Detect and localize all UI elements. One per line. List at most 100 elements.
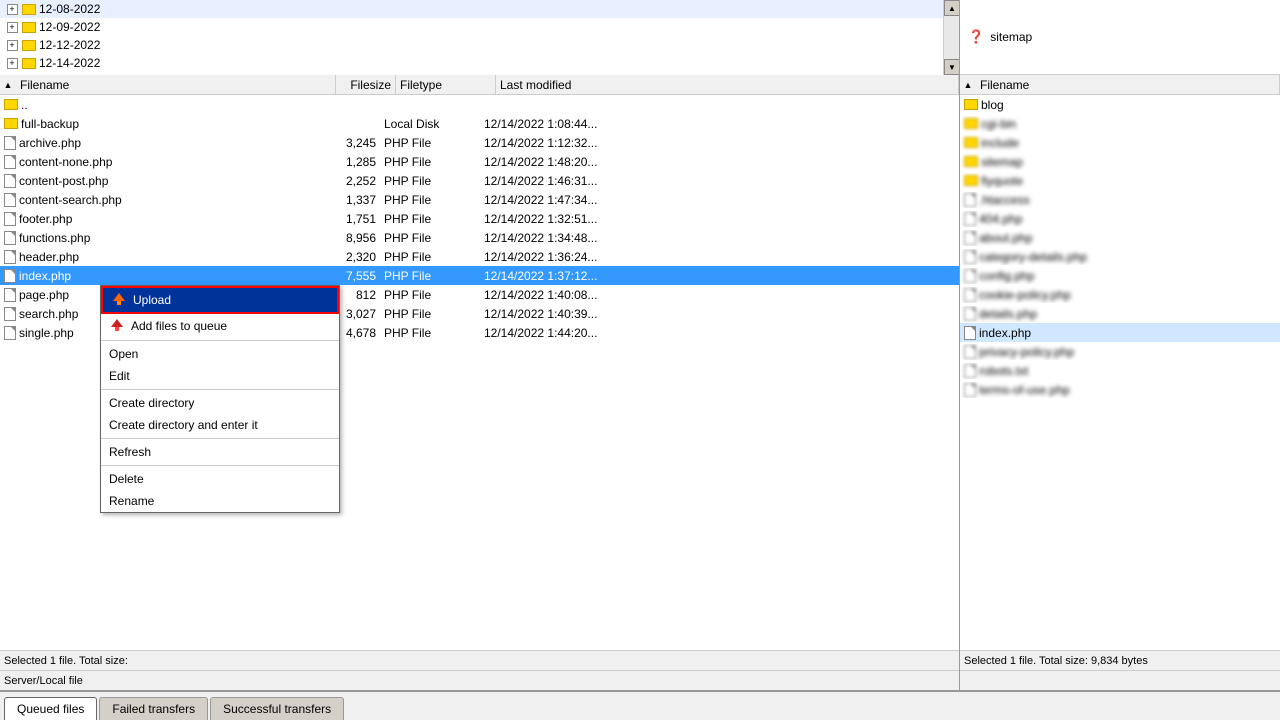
header-filetype[interactable]: Filetype	[396, 75, 496, 94]
right-file-row[interactable]: robots.txt	[960, 361, 1280, 380]
context-menu-item-create-directory[interactable]: Create directory	[101, 392, 339, 414]
file-row[interactable]: content-none.php1,285PHP File12/14/2022 …	[0, 152, 959, 171]
file-size: 1,337	[320, 192, 380, 208]
context-menu-label: Rename	[109, 494, 154, 508]
right-file-name: category-details.php	[979, 250, 1087, 264]
file-row[interactable]: index.php7,555PHP File12/14/2022 1:37:12…	[0, 266, 959, 285]
file-icon	[4, 307, 16, 321]
file-icon	[4, 212, 16, 226]
file-size: 8,956	[320, 230, 380, 246]
file-name: content-search.php	[19, 193, 122, 207]
right-file-icon	[964, 212, 976, 226]
left-status-text: Selected 1 file. Total size:	[4, 655, 128, 667]
context-menu-item-edit[interactable]: Edit	[101, 365, 339, 387]
server-local-bar: Server/Local file	[0, 670, 959, 690]
scrollbar-up-btn[interactable]: ▲	[944, 0, 960, 16]
tree-label-1209: 12-09-2022	[39, 20, 100, 34]
right-status-text: Selected 1 file. Total size: 9,834 bytes	[964, 655, 1148, 667]
file-row[interactable]: footer.php1,751PHP File12/14/2022 1:32:5…	[0, 209, 959, 228]
header-lastmod[interactable]: Last modified	[496, 75, 959, 94]
header-filesize[interactable]: Filesize	[336, 75, 396, 94]
tab-queued[interactable]: Queued files	[4, 697, 97, 720]
tree-item-1209[interactable]: + 12-09-2022	[0, 18, 943, 36]
file-type: PHP File	[380, 211, 480, 227]
context-menu-item-delete[interactable]: Delete	[101, 468, 339, 490]
context-menu: Upload Add files to queue OpenEdit Create …	[100, 285, 340, 513]
header-collapse-btn[interactable]: ▲	[0, 75, 16, 95]
right-file-row[interactable]: index.php	[960, 323, 1280, 342]
context-menu-label: Create directory and enter it	[109, 418, 258, 432]
folder-icon	[4, 99, 18, 110]
file-name: archive.php	[19, 136, 81, 150]
file-name: ..	[21, 98, 28, 112]
tree-label-1214: 12-14-2022	[39, 56, 100, 70]
context-menu-item-upload[interactable]: Upload	[101, 286, 339, 314]
tab-successful[interactable]: Successful transfers	[210, 697, 344, 720]
file-size	[320, 123, 380, 125]
file-row[interactable]: archive.php3,245PHP File12/14/2022 1:12:…	[0, 133, 959, 152]
scrollbar-down-btn[interactable]: ▼	[944, 59, 960, 75]
folder-icon	[4, 118, 18, 129]
right-file-row[interactable]: cgi-bin	[960, 114, 1280, 133]
tree-item-1214[interactable]: + 12-14-2022	[0, 54, 943, 72]
tree-expander-1208[interactable]: +	[4, 1, 20, 17]
tab-failed[interactable]: Failed transfers	[99, 697, 208, 720]
right-file-row[interactable]: fiyquote	[960, 171, 1280, 190]
right-file-name: blog	[981, 98, 1004, 112]
file-date: 12/14/2022 1:46:31...	[480, 173, 959, 189]
tree-expander-1209[interactable]: +	[4, 19, 20, 35]
file-date: 12/14/2022 1:36:24...	[480, 249, 959, 265]
file-icon	[4, 231, 16, 245]
file-row[interactable]: full-backupLocal Disk12/14/2022 1:08:44.…	[0, 114, 959, 133]
context-menu-separator	[101, 465, 339, 466]
tree-item-1208[interactable]: + 12-08-2022	[0, 0, 943, 18]
right-file-row[interactable]: details.php	[960, 304, 1280, 323]
file-row[interactable]: content-post.php2,252PHP File12/14/2022 …	[0, 171, 959, 190]
right-file-row[interactable]: sitemap	[960, 152, 1280, 171]
right-header-collapse-btn[interactable]: ▲	[960, 75, 976, 95]
right-file-row[interactable]: include	[960, 133, 1280, 152]
file-row[interactable]: header.php2,320PHP File12/14/2022 1:36:2…	[0, 247, 959, 266]
context-menu-item-rename[interactable]: Rename	[101, 490, 339, 512]
right-file-name: .htaccess	[979, 193, 1030, 207]
right-file-icon	[964, 288, 976, 302]
right-folder-icon	[964, 175, 978, 186]
file-row[interactable]: content-search.php1,337PHP File12/14/202…	[0, 190, 959, 209]
right-header-filename[interactable]: Filename	[976, 75, 1280, 94]
right-file-icon	[964, 269, 976, 283]
file-name: header.php	[19, 250, 79, 264]
context-menu-item-create-directory-and-enter-it[interactable]: Create directory and enter it	[101, 414, 339, 436]
file-type: PHP File	[380, 154, 480, 170]
context-menu-item-refresh[interactable]: Refresh	[101, 441, 339, 463]
right-file-row[interactable]: config.php	[960, 266, 1280, 285]
tree-label-1208: 12-08-2022	[39, 2, 100, 16]
right-folder-icon	[964, 118, 978, 129]
right-file-row[interactable]: cookie-policy.php	[960, 285, 1280, 304]
context-menu-item-add-files-to-queue[interactable]: Add files to queue	[101, 314, 339, 338]
right-file-row[interactable]: 404.php	[960, 209, 1280, 228]
tree-expander-1212[interactable]: +	[4, 37, 20, 53]
folder-icon-1212	[22, 40, 36, 51]
file-row[interactable]: functions.php8,956PHP File12/14/2022 1:3…	[0, 228, 959, 247]
header-filename[interactable]: Filename	[16, 75, 336, 94]
right-folder-icon	[964, 137, 978, 148]
file-row[interactable]: ..	[0, 95, 959, 114]
right-file-icon	[964, 307, 976, 321]
right-file-list: blog cgi-binincludesitemapfiyquote .htacce…	[960, 95, 1280, 650]
file-name: search.php	[19, 307, 78, 321]
folder-icon-1209	[22, 22, 36, 33]
context-menu-item-open[interactable]: Open	[101, 343, 339, 365]
right-file-row[interactable]: category-details.php	[960, 247, 1280, 266]
left-status-bar: Selected 1 file. Total size:	[0, 650, 959, 670]
file-name: full-backup	[21, 117, 79, 131]
right-file-row[interactable]: privacy-policy.php	[960, 342, 1280, 361]
tree-expander-1214[interactable]: +	[4, 55, 20, 71]
right-file-row[interactable]: blog	[960, 95, 1280, 114]
scrollbar-track[interactable]	[944, 16, 959, 59]
right-file-row[interactable]: about.php	[960, 228, 1280, 247]
right-file-row[interactable]: .htaccess	[960, 190, 1280, 209]
right-file-row[interactable]: terms-of-use.php	[960, 380, 1280, 399]
left-tree-scrollbar[interactable]: ▲ ▼	[943, 0, 959, 75]
left-tree-items: + 12-08-2022 + 12-09-2022	[0, 0, 943, 75]
tree-item-1212[interactable]: + 12-12-2022	[0, 36, 943, 54]
